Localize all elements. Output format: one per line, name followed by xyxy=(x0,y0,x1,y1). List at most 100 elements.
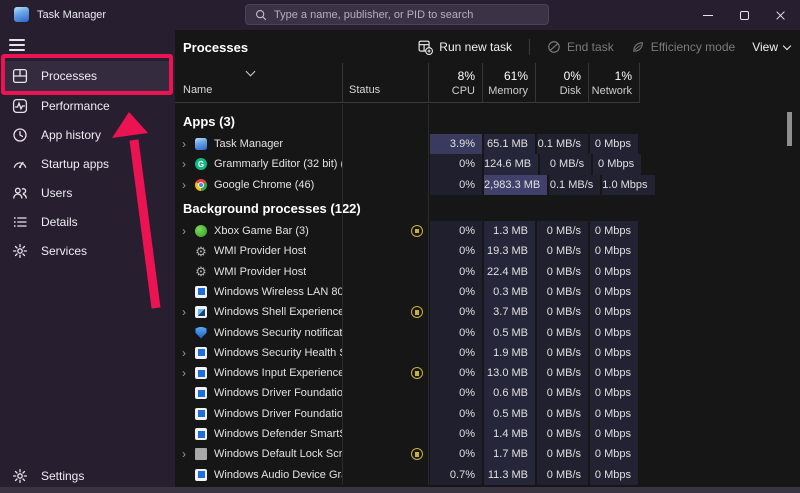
disk-cell: 0 MB/s xyxy=(535,343,588,363)
memory-cell: 2,983.3 MB xyxy=(482,175,547,195)
scrollbar-thumb[interactable] xyxy=(787,112,792,146)
sidebar-item-label: Details xyxy=(41,215,78,229)
search-icon xyxy=(255,9,267,21)
services-icon xyxy=(12,243,28,259)
performance-icon xyxy=(12,98,28,114)
column-header-network[interactable]: 1% Network xyxy=(588,63,640,102)
cpu-cell: 3.9% xyxy=(428,134,482,154)
sidebar-item-performance[interactable]: Performance xyxy=(2,91,173,120)
task-manager-icon xyxy=(195,138,207,150)
process-name-cell: ›Windows Security Health Servi... xyxy=(175,343,342,363)
memory-cell: 0.5 MB xyxy=(482,322,535,342)
window-icon xyxy=(195,469,207,481)
startup-apps-icon xyxy=(12,156,28,172)
memory-cell: 1.4 MB xyxy=(482,424,535,444)
view-dropdown[interactable]: View xyxy=(752,40,790,54)
process-row[interactable]: ›Windows Driver Foundation - ...0%0.5 MB… xyxy=(175,404,795,424)
status-cell xyxy=(342,261,428,281)
sidebar-item-settings[interactable]: Settings xyxy=(2,462,173,490)
disk-cell: 0 MB/s xyxy=(535,464,588,484)
process-row[interactable]: ›Google Chrome (46)0%2,983.3 MB0.1 MB/s1… xyxy=(175,175,795,195)
network-cell: 0 Mbps xyxy=(588,424,640,444)
process-name: Windows Input Experience (3) xyxy=(214,367,342,379)
maximize-button[interactable] xyxy=(726,0,762,30)
memory-cell: 3.7 MB xyxy=(482,302,535,322)
process-name-cell: ›Windows Security notification ... xyxy=(175,322,342,342)
sidebar-item-startup-apps[interactable]: Startup apps xyxy=(2,149,173,178)
process-name-cell: › Windows Shell Experience Hos... xyxy=(175,302,342,322)
window-icon xyxy=(195,286,207,298)
process-row[interactable]: ›Windows Input Experience (3)0%13.0 MB0 … xyxy=(175,363,795,383)
network-cell: 0 Mbps xyxy=(588,363,640,383)
sidebar-item-services[interactable]: Services xyxy=(2,236,173,265)
minimize-button[interactable] xyxy=(690,0,726,30)
sidebar-item-app-history[interactable]: App history xyxy=(2,120,173,149)
expand-chevron-icon[interactable]: › xyxy=(182,225,195,237)
maximize-icon xyxy=(740,11,749,20)
process-row[interactable]: ›Windows Shell Experience Hos...0%3.7 MB… xyxy=(175,302,795,322)
wmi-gear-icon xyxy=(195,245,207,257)
expand-chevron-icon[interactable]: › xyxy=(182,367,195,379)
process-row[interactable]: ›Windows Driver Foundation - ...0%0.6 MB… xyxy=(175,383,795,403)
expand-chevron-icon[interactable]: › xyxy=(182,448,195,460)
search-box[interactable] xyxy=(245,4,549,25)
column-header-name[interactable]: Name xyxy=(175,63,342,102)
window-icon xyxy=(195,428,207,440)
process-row[interactable]: ›WMI Provider Host0%19.3 MB0 MB/s0 Mbps xyxy=(175,241,795,261)
process-row[interactable]: ›Windows Wireless LAN 802.1...0%0.3 MB0 … xyxy=(175,282,795,302)
network-cell: 0 Mbps xyxy=(588,444,640,464)
process-group-header[interactable]: Background processes (122) xyxy=(175,195,795,221)
process-name: Windows Shell Experience Hos... xyxy=(214,306,342,318)
process-row[interactable]: ›Windows Audio Device Graph...0.7%11.3 M… xyxy=(175,464,795,484)
end-task-button[interactable]: End task xyxy=(547,40,614,54)
cpu-cell: 0% xyxy=(428,322,482,342)
process-row[interactable]: ›Windows Security notification ... 0%0.5 … xyxy=(175,322,795,342)
process-row[interactable]: ›Windows Defender SmartScre...0%1.4 MB0 … xyxy=(175,424,795,444)
cpu-cell: 0% xyxy=(428,282,482,302)
run-new-task-button[interactable]: Run new task xyxy=(418,40,512,55)
search-input[interactable] xyxy=(274,9,539,21)
network-cell: 0 Mbps xyxy=(588,322,640,342)
details-icon xyxy=(12,214,28,230)
status-cell xyxy=(342,424,428,444)
expand-chevron-icon[interactable]: › xyxy=(182,179,195,191)
network-cell: 1.0 Mbps xyxy=(600,175,656,195)
sidebar-item-details[interactable]: Details xyxy=(2,207,173,236)
memory-cell: 13.0 MB xyxy=(482,363,535,383)
process-group-header[interactable]: Apps (3) xyxy=(175,108,795,134)
process-row[interactable]: ›Task Manager3.9%65.1 MB0.1 MB/s0 Mbps xyxy=(175,134,795,154)
disk-cell: 0 MB/s xyxy=(535,221,588,241)
column-header-memory[interactable]: 61% Memory xyxy=(482,63,535,102)
cpu-cell: 0% xyxy=(428,221,482,241)
window-bottom-edge xyxy=(0,487,800,493)
process-row[interactable]: ›Windows Security Health Servi...0%1.9 M… xyxy=(175,343,795,363)
column-separator xyxy=(342,104,343,485)
expand-chevron-icon[interactable]: › xyxy=(182,347,195,359)
column-header-disk[interactable]: 0% Disk xyxy=(535,63,588,102)
column-header-status[interactable]: Status xyxy=(342,63,428,102)
close-button[interactable] xyxy=(762,0,798,30)
network-cell: 0 Mbps xyxy=(588,241,640,261)
process-row[interactable]: ›Windows Default Lock Screen ...0%1.7 MB… xyxy=(175,444,795,464)
sidebar-item-label: Services xyxy=(41,244,87,258)
status-cell xyxy=(342,383,428,403)
menu-toggle-button[interactable] xyxy=(9,39,25,51)
expand-chevron-icon[interactable]: › xyxy=(182,138,195,150)
process-row[interactable]: ›Xbox Game Bar (3)0%1.3 MB0 MB/s0 Mbps xyxy=(175,221,795,241)
sidebar-item-processes[interactable]: Processes xyxy=(2,61,173,91)
efficiency-mode-button[interactable]: Efficiency mode xyxy=(631,40,736,54)
disk-cell: 0 MB/s xyxy=(535,424,588,444)
column-header-cpu[interactable]: 8% CPU xyxy=(428,63,482,102)
disk-cell: 0 MB/s xyxy=(535,241,588,261)
process-row[interactable]: ›Grammarly Editor (32 bit) (5)0%124.6 MB… xyxy=(175,154,795,174)
expand-chevron-icon[interactable]: › xyxy=(182,306,195,318)
expand-chevron-icon[interactable]: › xyxy=(182,158,195,170)
memory-cell: 19.3 MB xyxy=(482,241,535,261)
memory-cell: 1.7 MB xyxy=(482,444,535,464)
status-cell xyxy=(342,404,428,424)
disk-cell: 0 MB/s xyxy=(535,282,588,302)
grammarly-icon xyxy=(195,158,207,170)
process-row[interactable]: ›WMI Provider Host0%22.4 MB0 MB/s0 Mbps xyxy=(175,261,795,281)
processes-icon xyxy=(12,68,28,84)
sidebar-item-users[interactable]: Users xyxy=(2,178,173,207)
